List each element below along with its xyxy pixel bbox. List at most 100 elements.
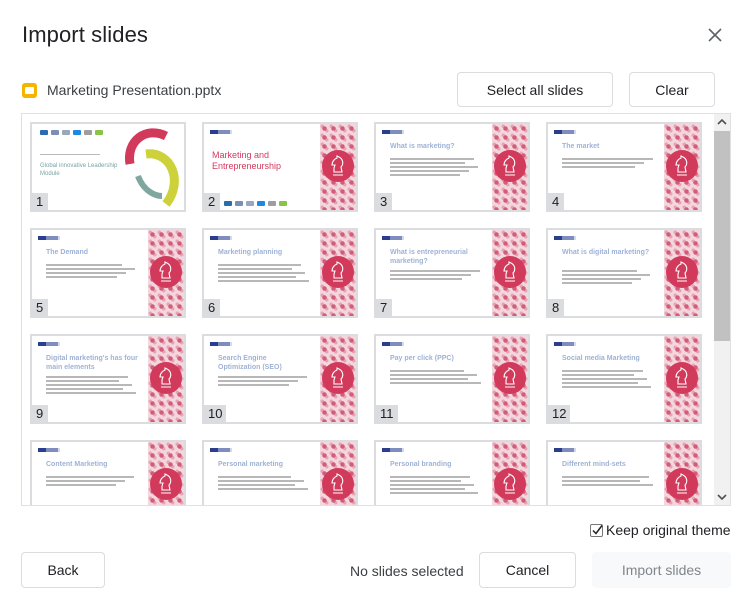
chess-knight-icon bbox=[666, 468, 698, 500]
eu-logo bbox=[38, 236, 60, 240]
chess-knight-icon bbox=[666, 256, 698, 288]
slide-number: 10 bbox=[204, 405, 227, 422]
eu-logo bbox=[554, 342, 576, 346]
chess-knight-icon bbox=[666, 150, 698, 182]
slide-thumbnail[interactable]: Content Marketing13 bbox=[30, 440, 186, 505]
slide-number: 6 bbox=[204, 299, 220, 316]
slide-title: Personal branding bbox=[390, 461, 452, 468]
slide-thumbnail[interactable]: Personal branding15 bbox=[374, 440, 530, 505]
slide-thumbnail[interactable]: What is marketing? 3 bbox=[374, 122, 530, 212]
eu-logo bbox=[382, 236, 404, 240]
chess-knight-icon bbox=[494, 256, 526, 288]
slide-body-text bbox=[562, 476, 654, 488]
slide-title: Pay per click (PPC) bbox=[390, 355, 454, 362]
chess-knight-icon bbox=[150, 362, 182, 394]
slide-title: Different mind-sets bbox=[562, 461, 626, 468]
import-slides-button[interactable]: Import slides bbox=[592, 552, 731, 588]
scroll-up-button[interactable] bbox=[714, 114, 730, 130]
slide-number: 4 bbox=[548, 193, 564, 210]
slide-thumbnail[interactable]: Pay per click (PPC) 11 bbox=[374, 334, 530, 424]
scroll-thumb[interactable] bbox=[714, 131, 730, 341]
eu-logo bbox=[210, 236, 232, 240]
scrollbar[interactable] bbox=[714, 114, 730, 505]
eu-logo bbox=[382, 130, 404, 134]
slide-body-text bbox=[46, 476, 138, 488]
slide-thumbnail[interactable]: What is entrepreneurial marketing? 7 bbox=[374, 228, 530, 318]
slide-thumbnail[interactable]: Digital marketing's has four main elemen… bbox=[30, 334, 186, 424]
slide-title: Social media Marketing bbox=[562, 355, 640, 362]
chess-knight-icon bbox=[322, 362, 354, 394]
slide-thumbnail[interactable]: Search Engine Optimization (SEO) 10 bbox=[202, 334, 358, 424]
slide-number: 5 bbox=[32, 299, 48, 316]
slide-thumbnail[interactable]: Social media Marketing 12 bbox=[546, 334, 702, 424]
slide-body-text bbox=[562, 370, 654, 390]
chess-knight-icon bbox=[666, 362, 698, 394]
file-name: Marketing Presentation.pptx bbox=[47, 82, 222, 98]
slide-number: 9 bbox=[32, 405, 48, 422]
eu-logo bbox=[382, 448, 404, 452]
slide-thumbnail[interactable]: Marketing planning 6 bbox=[202, 228, 358, 318]
slide-title: What is marketing? bbox=[390, 143, 455, 150]
slide-title: Search Engine Optimization (SEO) bbox=[218, 355, 282, 371]
eu-logo bbox=[38, 342, 60, 346]
chess-knight-icon bbox=[494, 150, 526, 182]
keep-theme-label: Keep original theme bbox=[606, 522, 731, 538]
cancel-button[interactable]: Cancel bbox=[479, 552, 576, 588]
slide-thumbnail[interactable]: Global innovative Leadership Module 1 bbox=[30, 122, 186, 212]
slide-body-text bbox=[390, 158, 482, 178]
chess-knight-icon bbox=[494, 468, 526, 500]
eu-logo bbox=[554, 236, 576, 240]
eu-logo bbox=[210, 130, 232, 134]
slide-title: Personal marketing bbox=[218, 461, 283, 468]
chess-knight-icon bbox=[150, 256, 182, 288]
slide-title: The market bbox=[562, 143, 600, 150]
partner-logos bbox=[224, 201, 287, 206]
slide-title: What is digital marketing? bbox=[562, 249, 650, 256]
keep-original-theme-option[interactable]: Keep original theme bbox=[590, 522, 731, 538]
eu-logo bbox=[554, 130, 576, 134]
slide-number: 1 bbox=[32, 193, 48, 210]
slide-body-text bbox=[218, 376, 310, 388]
slide-body-text bbox=[390, 370, 482, 386]
slide-thumbnail[interactable]: Different mind-sets16 bbox=[546, 440, 702, 505]
eu-logo bbox=[382, 342, 404, 346]
checkmark-icon bbox=[592, 524, 603, 535]
chevron-down-icon bbox=[717, 494, 727, 501]
slide-thumbnail[interactable]: Marketing and Entrepreneurship 2 bbox=[202, 122, 358, 212]
back-button[interactable]: Back bbox=[21, 552, 105, 588]
divider bbox=[40, 154, 100, 155]
slide-title: Marketing and Entrepreneurship bbox=[212, 150, 282, 171]
close-button[interactable] bbox=[704, 24, 726, 46]
chevron-up-icon bbox=[717, 118, 727, 125]
file-info: Marketing Presentation.pptx bbox=[22, 82, 221, 98]
slide-body-text bbox=[390, 476, 482, 496]
slide-number: 3 bbox=[376, 193, 392, 210]
dialog-title: Import slides bbox=[22, 22, 149, 47]
slide-title: Marketing planning bbox=[218, 249, 283, 256]
eu-logo bbox=[554, 448, 576, 452]
slide-body-text bbox=[218, 476, 310, 492]
slide-number: 2 bbox=[204, 193, 220, 210]
slide-thumbnail[interactable]: Personal marketing14 bbox=[202, 440, 358, 505]
eu-logo bbox=[210, 342, 232, 346]
slide-thumbnail[interactable]: What is digital marketing? 8 bbox=[546, 228, 702, 318]
scroll-down-button[interactable] bbox=[714, 489, 730, 505]
slide-title: Digital marketing's has four main elemen… bbox=[46, 355, 138, 371]
slide-body-text bbox=[562, 270, 654, 286]
slide-body-text bbox=[46, 264, 138, 280]
slide-number: 8 bbox=[548, 299, 564, 316]
slide-number: 12 bbox=[548, 405, 571, 422]
slide-thumbnail[interactable]: The market 4 bbox=[546, 122, 702, 212]
keep-theme-checkbox[interactable] bbox=[590, 523, 603, 537]
slide-body-text bbox=[390, 270, 482, 282]
select-all-slides-button[interactable]: Select all slides bbox=[457, 72, 613, 107]
slide-body-text bbox=[218, 264, 310, 284]
ring-graphic bbox=[125, 128, 179, 207]
chess-knight-icon bbox=[322, 256, 354, 288]
slide-title: What is entrepreneurial marketing? bbox=[390, 249, 468, 265]
slide-title: The Demand bbox=[46, 249, 89, 256]
slide-grid[interactable]: Global innovative Leadership Module 1 Mark… bbox=[21, 113, 731, 506]
clear-button[interactable]: Clear bbox=[629, 72, 715, 107]
slide-thumbnail[interactable]: The Demand 5 bbox=[30, 228, 186, 318]
slides-file-icon bbox=[22, 82, 37, 98]
